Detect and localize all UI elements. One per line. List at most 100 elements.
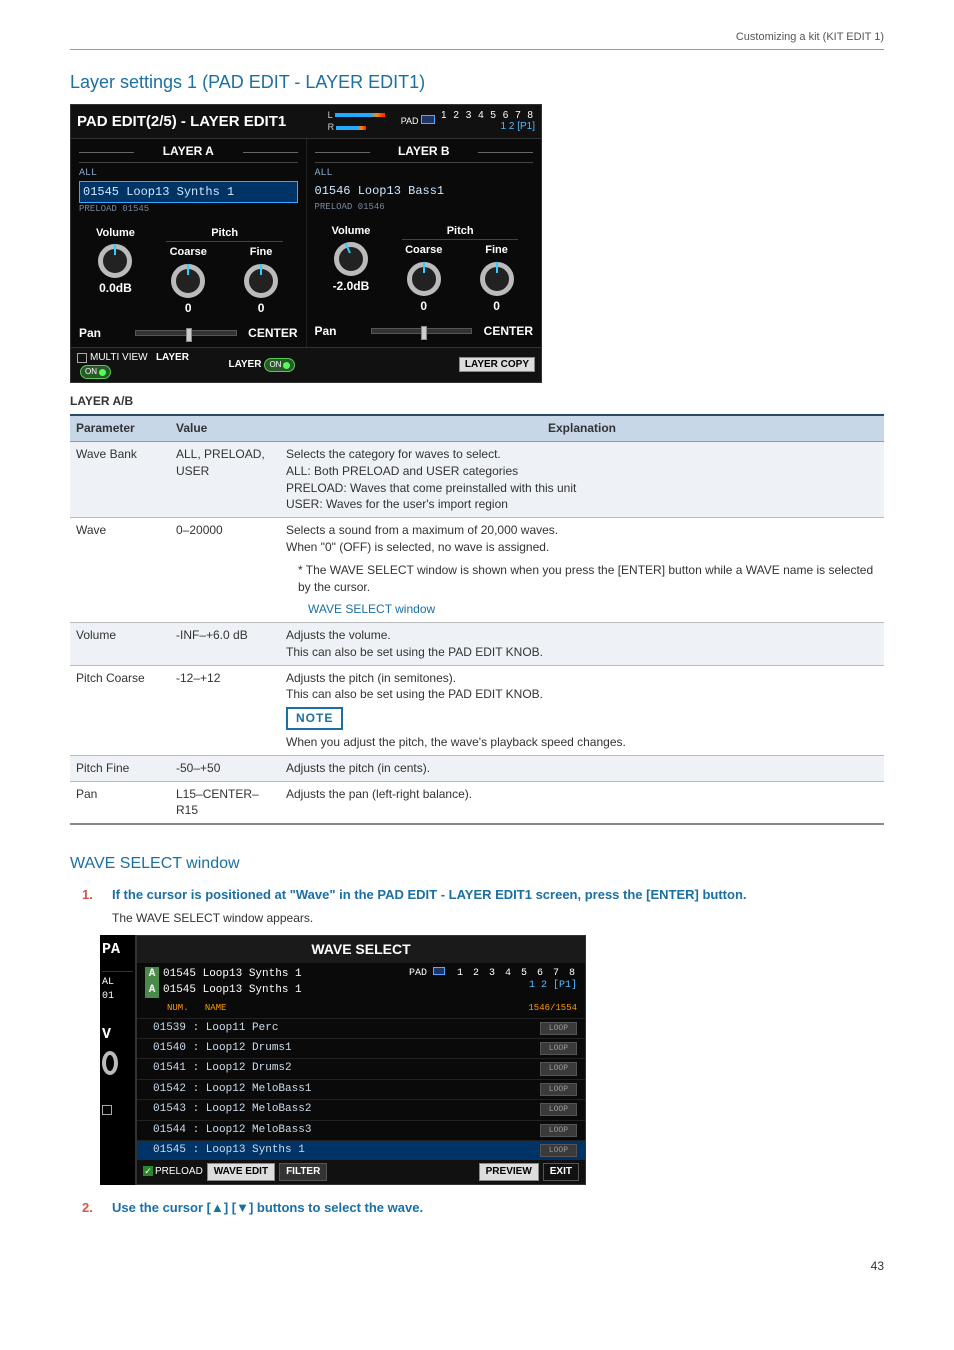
th-explanation: Explanation bbox=[280, 415, 884, 441]
layer-a-coarse-value: 0 bbox=[152, 300, 225, 317]
step-1-note: The WAVE SELECT window appears. bbox=[112, 910, 884, 927]
layer-a-fine-value: 0 bbox=[225, 300, 298, 317]
layer-a-fine-label: Fine bbox=[225, 245, 298, 260]
section-title-layer-settings: Layer settings 1 (PAD EDIT - LAYER EDIT1… bbox=[70, 70, 884, 95]
loop-badge: LOOP bbox=[540, 1144, 577, 1157]
wave-select-screenshot: PA AL 01 V WAVE SELECT A01545 Loop13 Syn… bbox=[100, 935, 884, 1186]
layer-a-bank: ALL bbox=[79, 167, 298, 181]
layer-b-coarse-label: Coarse bbox=[387, 243, 460, 258]
layer-a-pan-value: CENTER bbox=[243, 325, 298, 342]
wave-list-item[interactable]: 01540 : Loop12 Drums1LOOP bbox=[137, 1038, 585, 1058]
layer-b-pan-slider[interactable] bbox=[371, 328, 473, 334]
layer-b-volume-value: -2.0dB bbox=[315, 278, 388, 295]
layer-a-wave[interactable]: 01545 Loop13 Synths 1 bbox=[79, 181, 298, 204]
parameter-table: Parameter Value Explanation Wave BankALL… bbox=[70, 414, 884, 825]
param-name: Wave Bank bbox=[70, 441, 170, 517]
param-name: Pitch Fine bbox=[70, 755, 170, 781]
wave-select-header-1: 01545 Loop13 Synths 1 bbox=[163, 968, 302, 980]
layer-b-coarse-knob[interactable] bbox=[407, 262, 441, 296]
loop-badge: LOOP bbox=[540, 1103, 577, 1116]
layer-a-volume-knob[interactable] bbox=[98, 244, 132, 278]
wave-list-item[interactable]: 01541 : Loop12 Drums2LOOP bbox=[137, 1058, 585, 1078]
preload-checkbox[interactable]: ✓PRELOAD bbox=[143, 1165, 203, 1179]
wave-edit-button[interactable]: WAVE EDIT bbox=[207, 1163, 275, 1181]
th-parameter: Parameter bbox=[70, 415, 170, 441]
exit-button[interactable]: EXIT bbox=[543, 1163, 579, 1181]
multi-view-toggle[interactable]: MULTI VIEW LAYERON bbox=[71, 348, 222, 382]
loop-badge: LOOP bbox=[540, 1022, 577, 1035]
wave-list-item[interactable]: 01539 : Loop11 PercLOOP bbox=[137, 1018, 585, 1038]
page-number: 43 bbox=[70, 1258, 884, 1275]
pad-indicator-label: PAD bbox=[401, 115, 435, 128]
th-value: Value bbox=[170, 415, 280, 441]
wave-select-link[interactable]: WAVE SELECT window bbox=[308, 601, 878, 618]
param-value: ALL, PRELOAD, USER bbox=[170, 441, 280, 517]
preview-button[interactable]: PREVIEW bbox=[479, 1163, 539, 1181]
layer-a-coarse-knob[interactable] bbox=[171, 264, 205, 298]
layer-copy-button[interactable]: LAYER COPY bbox=[459, 357, 535, 372]
knob-icon bbox=[102, 1051, 118, 1075]
layer-b-bank: ALL bbox=[315, 167, 534, 181]
loop-badge: LOOP bbox=[540, 1124, 577, 1137]
wave-select-pad-indicator: PAD 1 2 3 4 5 6 7 8 1 2 [P1] bbox=[409, 967, 577, 992]
layer-b-volume-knob[interactable] bbox=[334, 242, 368, 276]
param-name: Pan bbox=[70, 781, 170, 824]
step-2: 2. Use the cursor [▲] [▼] buttons to sel… bbox=[82, 1199, 884, 1217]
layer-b-toggle[interactable]: LAYERON bbox=[222, 355, 301, 375]
layer-ab-heading: LAYER A/B bbox=[70, 393, 884, 410]
layer-a-tag-icon: A bbox=[145, 983, 159, 998]
param-explanation: Adjusts the pitch (in cents). bbox=[280, 755, 884, 781]
param-name: Wave bbox=[70, 518, 170, 623]
layer-b-pan-label: Pan bbox=[315, 323, 365, 340]
layer-b-fine-knob[interactable] bbox=[480, 262, 514, 296]
param-name: Volume bbox=[70, 623, 170, 666]
param-explanation: Selects the category for waves to select… bbox=[280, 441, 884, 517]
param-explanation: Selects a sound from a maximum of 20,000… bbox=[280, 518, 884, 623]
wave-select-title: WAVE SELECT bbox=[137, 936, 585, 964]
layer-a-tag-icon: A bbox=[145, 967, 159, 982]
layer-a-volume-label: Volume bbox=[79, 226, 152, 241]
wave-select-header-2: 01545 Loop13 Synths 1 bbox=[163, 984, 302, 996]
param-name: Pitch Coarse bbox=[70, 665, 170, 755]
step-1: 1. If the cursor is positioned at "Wave"… bbox=[82, 886, 884, 904]
section-title-wave-select: WAVE SELECT window bbox=[70, 853, 884, 875]
pad-edit-screenshot: PAD EDIT(2/5) - LAYER EDIT1 L R PAD 1 2 … bbox=[70, 104, 542, 384]
param-value: -INF–+6.0 dB bbox=[170, 623, 280, 666]
layer-b-panel: LAYER B ALL 01546 Loop13 Bass1 PRELOAD 0… bbox=[306, 139, 542, 348]
pad-number-selector: 1 2 3 4 5 6 7 8 1 2 [P1] bbox=[441, 110, 535, 132]
filter-button[interactable]: FILTER bbox=[279, 1163, 327, 1181]
layer-a-volume-value: 0.0dB bbox=[79, 280, 152, 297]
loop-badge: LOOP bbox=[540, 1042, 577, 1055]
wave-list-item[interactable]: 01545 : Loop13 Synths 1LOOP bbox=[137, 1140, 585, 1160]
param-explanation: Adjusts the pitch (in semitones).This ca… bbox=[280, 665, 884, 755]
checkbox-icon bbox=[102, 1105, 112, 1115]
layer-a-preload: PRELOAD 01545 bbox=[79, 203, 298, 216]
layer-b-coarse-value: 0 bbox=[387, 298, 460, 315]
param-value: -12–+12 bbox=[170, 665, 280, 755]
wave-list-item[interactable]: 01543 : Loop12 MeloBass2LOOP bbox=[137, 1099, 585, 1119]
loop-badge: LOOP bbox=[540, 1062, 577, 1075]
breadcrumb: Customizing a kit (KIT EDIT 1) bbox=[70, 30, 884, 50]
wave-list-item[interactable]: 01542 : Loop12 MeloBass1LOOP bbox=[137, 1079, 585, 1099]
loop-badge: LOOP bbox=[540, 1083, 577, 1096]
layer-b-preload: PRELOAD 01546 bbox=[315, 201, 534, 214]
layer-a-fine-knob[interactable] bbox=[244, 264, 278, 298]
layer-b-volume-label: Volume bbox=[315, 224, 388, 239]
param-value: L15–CENTER–R15 bbox=[170, 781, 280, 824]
param-value: -50–+50 bbox=[170, 755, 280, 781]
layer-a-coarse-label: Coarse bbox=[152, 245, 225, 260]
layer-a-panel: LAYER A ALL 01545 Loop13 Synths 1 PRELOA… bbox=[71, 139, 306, 348]
layer-b-title: LAYER B bbox=[315, 143, 534, 163]
layer-b-fine-label: Fine bbox=[460, 243, 533, 258]
layer-b-pan-value: CENTER bbox=[478, 323, 533, 340]
layer-a-title: LAYER A bbox=[79, 143, 298, 163]
layer-b-wave[interactable]: 01546 Loop13 Bass1 bbox=[315, 181, 534, 202]
param-value: 0–20000 bbox=[170, 518, 280, 623]
layer-b-fine-value: 0 bbox=[460, 298, 533, 315]
layer-a-pan-label: Pan bbox=[79, 325, 129, 342]
param-explanation: Adjusts the pan (left-right balance). bbox=[280, 781, 884, 824]
level-meters: L R bbox=[328, 109, 385, 134]
param-explanation: Adjusts the volume.This can also be set … bbox=[280, 623, 884, 666]
layer-a-pan-slider[interactable] bbox=[135, 330, 237, 336]
wave-list-item[interactable]: 01544 : Loop12 MeloBass3LOOP bbox=[137, 1120, 585, 1140]
